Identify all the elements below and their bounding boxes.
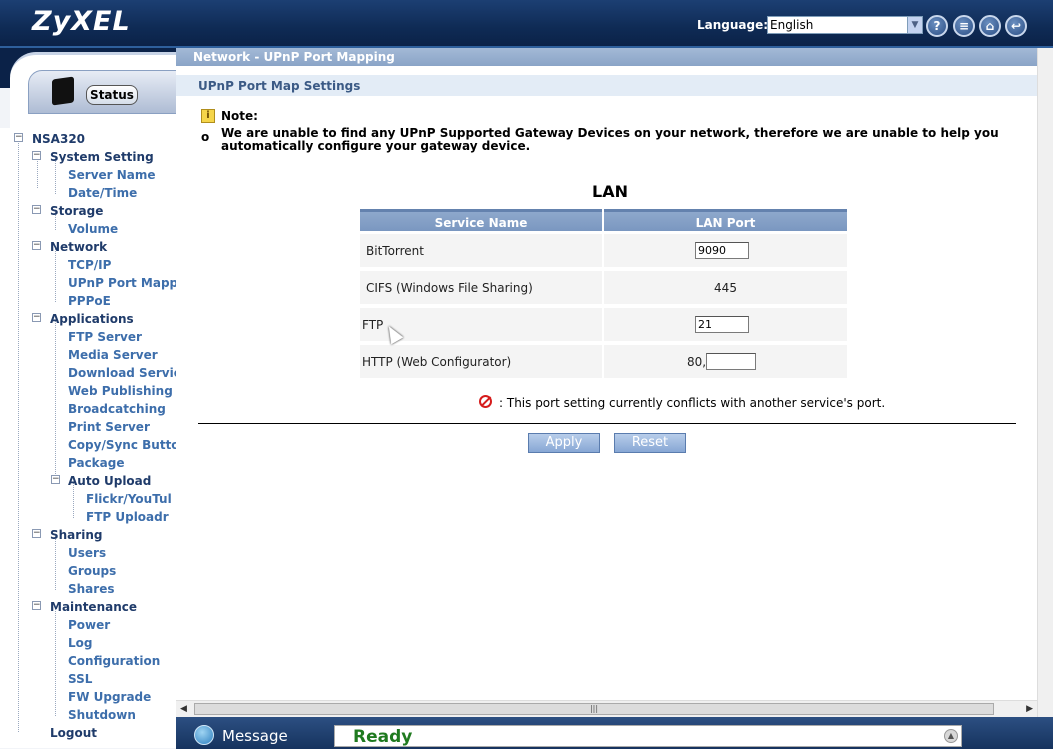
collapse-icon[interactable]: − (51, 475, 60, 484)
tree-item-auto-upload[interactable]: Auto Upload (68, 474, 151, 488)
vertical-scrollbar[interactable] (1037, 48, 1053, 717)
main-content: Network - UPnP Port Mapping UPnP Port Ma… (176, 48, 1037, 700)
conflict-legend: : This port setting currently conflicts … (499, 396, 886, 410)
tree-item-ssl[interactable]: SSL (68, 672, 92, 686)
tree-item-sharing[interactable]: Sharing (50, 528, 102, 542)
tree-item-applications[interactable]: Applications (50, 312, 134, 326)
collapse-icon[interactable]: − (32, 151, 41, 160)
collapse-icon[interactable]: − (32, 529, 41, 538)
tree-item-upnp-port-mapping[interactable]: UPnP Port Mappi (68, 276, 176, 290)
help-icon[interactable]: ? (926, 15, 948, 37)
status-bar: Message Ready ▲ (176, 717, 1053, 749)
tree-item-nsa320[interactable]: NSA320 (32, 132, 85, 146)
chevron-down-icon[interactable]: ▼ (907, 17, 922, 33)
tree-item-power[interactable]: Power (68, 618, 110, 632)
status-button[interactable]: Status (86, 85, 138, 105)
language-label: Language: (697, 18, 769, 32)
zyxel-logo: ZyXEL (32, 6, 131, 37)
horizontal-scrollbar[interactable]: ◀ ||| ▶ (176, 700, 1037, 717)
collapse-icon[interactable]: − (32, 601, 41, 610)
reset-button[interactable]: Reset (614, 433, 686, 453)
apply-button[interactable]: Apply (528, 433, 600, 453)
table-row: HTTP (Web Configurator) 80, (360, 345, 847, 380)
collapse-icon[interactable]: − (14, 133, 23, 142)
table-row: BitTorrent 9090 (360, 234, 847, 269)
bittorrent-port-input[interactable]: 9090 (695, 242, 749, 259)
tree-item-network[interactable]: Network (50, 240, 107, 254)
service-name: FTP (362, 318, 384, 332)
logout-icon[interactable]: ↩ (1005, 15, 1027, 37)
message-icon (194, 725, 214, 745)
breadcrumb: Network - UPnP Port Mapping (176, 48, 1037, 66)
tree-item-configuration[interactable]: Configuration (68, 654, 160, 668)
tree-item-shares[interactable]: Shares (68, 582, 114, 596)
tree-item-date-time[interactable]: Date/Time (68, 186, 137, 200)
collapse-icon[interactable]: − (32, 241, 41, 250)
tree-item-ftp-uploadr[interactable]: FTP Uploadr (86, 510, 169, 524)
tree-item-shutdown[interactable]: Shutdown (68, 708, 136, 722)
prohibited-icon (479, 395, 492, 408)
tree-item-users[interactable]: Users (68, 546, 106, 560)
tree-item-maintenance[interactable]: Maintenance (50, 600, 137, 614)
ftp-port-input[interactable]: 21 (695, 316, 749, 333)
column-header-service: Service Name (360, 209, 602, 231)
tree-item-media-server[interactable]: Media Server (68, 348, 158, 362)
message-label: Message (222, 727, 288, 745)
scroll-left-icon[interactable]: ◀ (180, 704, 187, 714)
port-prefix: 80, (687, 355, 707, 369)
tree-item-server-name[interactable]: Server Name (68, 168, 156, 182)
tree-item-system-setting[interactable]: System Setting (50, 150, 154, 164)
tree-item-print-server[interactable]: Print Server (68, 420, 150, 434)
top-header: ZyXEL Language: English ▼ ? ≡ ⌂ ↩ (0, 0, 1053, 48)
chevron-up-icon[interactable]: ▲ (944, 729, 958, 743)
tree-item-volume[interactable]: Volume (68, 222, 118, 236)
message-text: Ready (353, 727, 413, 747)
service-name: HTTP (Web Configurator) (362, 355, 512, 369)
tree-item-tcpip[interactable]: TCP/IP (68, 258, 111, 272)
tree-item-logout[interactable]: Logout (50, 726, 97, 740)
tree-item-pppoe[interactable]: PPPoE (68, 294, 111, 308)
navigation-tree: − NSA320 − System Setting Server Name Da… (0, 128, 176, 748)
language-value: English (770, 18, 814, 32)
sitemap-icon[interactable]: ≡ (953, 15, 975, 37)
lan-title: LAN (592, 182, 628, 201)
column-header-port: LAN Port (604, 209, 847, 231)
note-bullet: o (201, 130, 210, 144)
http-port-input[interactable] (706, 353, 756, 370)
tree-item-web-publishing[interactable]: Web Publishing (68, 384, 173, 398)
tree-item-log[interactable]: Log (68, 636, 92, 650)
tree-item-fw-upgrade[interactable]: FW Upgrade (68, 690, 151, 704)
note-title: Note: (221, 109, 258, 123)
tree-item-download-service[interactable]: Download Servic (68, 366, 176, 380)
tree-item-ftp-server[interactable]: FTP Server (68, 330, 142, 344)
tree-item-copy-sync-button[interactable]: Copy/Sync Butto (68, 438, 176, 452)
message-box: Ready ▲ (334, 725, 962, 747)
divider (198, 423, 1016, 424)
tree-item-broadcatching[interactable]: Broadcatching (68, 402, 166, 416)
home-icon[interactable]: ⌂ (979, 15, 1001, 37)
tree-item-storage[interactable]: Storage (50, 204, 103, 218)
language-select[interactable]: English ▼ (767, 16, 923, 34)
service-name: CIFS (Windows File Sharing) (366, 281, 533, 295)
port-value: 445 (714, 281, 737, 295)
service-name: BitTorrent (366, 244, 424, 258)
note-icon: i (201, 109, 215, 123)
scroll-thumb[interactable]: ||| (194, 703, 994, 715)
tree-item-flickr-youtube[interactable]: Flickr/YouTul (86, 492, 172, 506)
nas-device-icon (52, 76, 74, 106)
collapse-icon[interactable]: − (32, 205, 41, 214)
tree-item-package[interactable]: Package (68, 456, 125, 470)
section-title: UPnP Port Map Settings (176, 75, 1037, 96)
table-row: FTP 21 (360, 308, 847, 343)
collapse-icon[interactable]: − (32, 313, 41, 322)
table-row: CIFS (Windows File Sharing) 445 (360, 271, 847, 306)
note-text: We are unable to find any UPnP Supported… (221, 126, 999, 153)
tree-item-groups[interactable]: Groups (68, 564, 116, 578)
scroll-right-icon[interactable]: ▶ (1026, 704, 1033, 714)
